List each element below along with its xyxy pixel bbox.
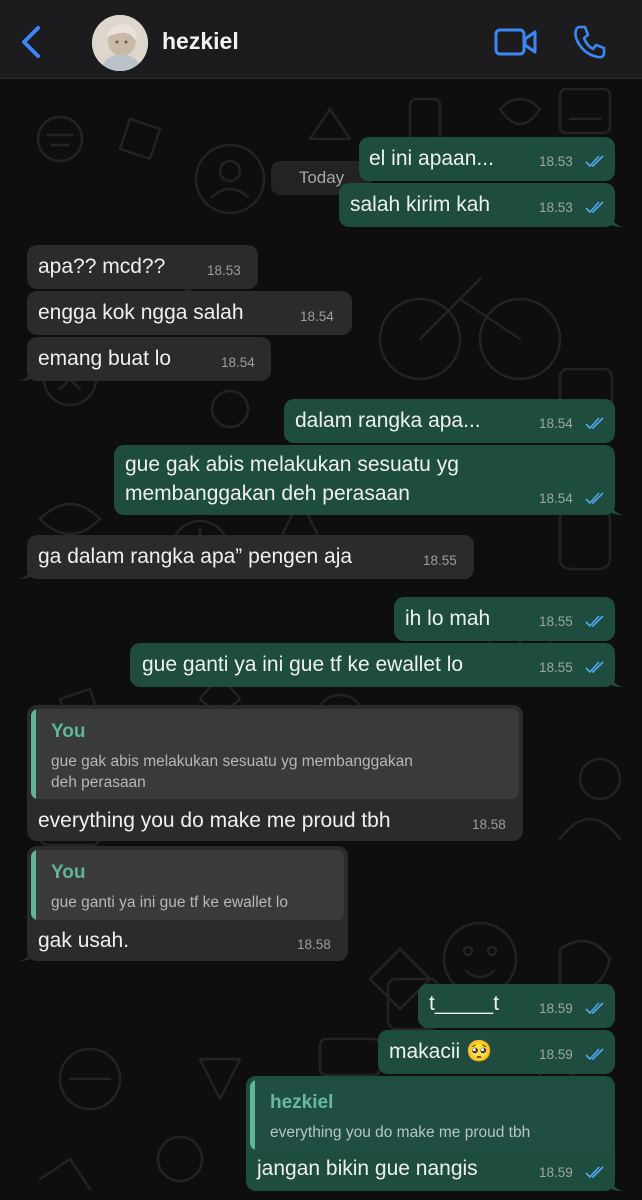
read-receipt-icon: [585, 492, 604, 504]
contact-name[interactable]: hezkiel: [162, 28, 239, 55]
quote-text-line: deh perasaan: [51, 774, 146, 791]
read-receipt-icon: [585, 201, 604, 213]
message-text: emang buat lo: [38, 347, 172, 370]
message-text: gue ganti ya ini gue tf ke ewallet lo: [142, 653, 464, 676]
message-incoming-reply[interactable]: You gue ganti ya ini gue tf ke ewallet l…: [19, 846, 348, 961]
quoted-message[interactable]: You gue ganti ya ini gue tf ke ewallet l…: [31, 850, 344, 920]
message-time: 18.58: [297, 937, 331, 952]
message-time: 18.55: [423, 553, 457, 568]
message-text: apa?? mcd??: [38, 255, 166, 278]
message-text: ga dalam rangka apa” pengen aja: [38, 545, 353, 568]
message-incoming[interactable]: apa?? mcd?? 18.53: [27, 245, 258, 289]
bubble-tail: [609, 501, 623, 515]
message-text: makacii 🥺: [389, 1040, 493, 1063]
message-time: 18.54: [539, 416, 573, 431]
quote-accent-bar: [31, 850, 36, 920]
message-time: 18.53: [539, 200, 573, 215]
quote-author: hezkiel: [270, 1092, 334, 1113]
quote-author: You: [51, 721, 86, 742]
bubble-tail: [609, 213, 623, 227]
message-text: ih lo mah: [405, 607, 491, 630]
message-time: 18.59: [539, 1001, 573, 1016]
message-text: everything you do make me proud tbh: [38, 809, 391, 832]
message-text-line: membanggakan deh perasaan: [125, 482, 410, 505]
message-outgoing[interactable]: ih lo mah 18.55: [394, 597, 615, 641]
message-outgoing[interactable]: gue ganti ya ini gue tf ke ewallet lo 18…: [130, 643, 623, 687]
quote-accent-bar: [250, 1080, 255, 1150]
video-call-icon[interactable]: [494, 26, 538, 58]
bubble-tail: [19, 565, 33, 579]
message-outgoing[interactable]: gue gak abis melakukan sesuatu yg memban…: [114, 445, 623, 515]
message-text: engga kok ngga salah: [38, 301, 244, 324]
quoted-message[interactable]: You gue gak abis melakukan sesuatu yg me…: [31, 709, 519, 799]
quote-text-line: gue gak abis melakukan sesuatu yg memban…: [51, 753, 413, 770]
message-outgoing[interactable]: el ini apaan... 18.53: [359, 137, 615, 181]
message-outgoing[interactable]: makacii 🥺 18.59: [378, 1030, 615, 1074]
message-incoming[interactable]: engga kok ngga salah 18.54: [27, 291, 352, 335]
message-text: dalam rangka apa...: [295, 409, 481, 432]
read-receipt-icon: [585, 615, 604, 627]
message-outgoing[interactable]: t_____t 18.59: [418, 984, 615, 1028]
message-text-line: gue gak abis melakukan sesuatu yg: [125, 453, 459, 476]
read-receipt-icon: [585, 1166, 604, 1178]
read-receipt-icon: [585, 661, 604, 673]
read-receipt-icon: [585, 1048, 604, 1060]
chat-area[interactable]: Today el ini apaan... 18.53 salah kirim …: [0, 79, 642, 1200]
phone-call-icon[interactable]: [572, 24, 606, 60]
chat-header: hezkiel: [0, 0, 642, 79]
message-text: gak usah.: [38, 929, 130, 952]
message-incoming-reply[interactable]: You gue gak abis melakukan sesuatu yg me…: [27, 705, 523, 841]
message-time: 18.55: [539, 660, 573, 675]
message-incoming[interactable]: ga dalam rangka apa” pengen aja 18.55: [19, 535, 474, 579]
message-time: 18.58: [472, 817, 506, 832]
message-time: 18.54: [300, 309, 334, 324]
message-text: el ini apaan...: [369, 147, 494, 170]
message-text: salah kirim kah: [350, 193, 491, 216]
message-outgoing-reply[interactable]: hezkiel everything you do make me proud …: [246, 1076, 623, 1191]
read-receipt-icon: [585, 1002, 604, 1014]
back-chevron-icon[interactable]: [14, 22, 48, 62]
message-outgoing[interactable]: dalam rangka apa... 18.54: [284, 399, 615, 443]
quote-author: You: [51, 862, 86, 883]
message-text: jangan bikin gue nangis: [257, 1157, 478, 1180]
message-time: 18.59: [539, 1165, 573, 1180]
message-time: 18.54: [221, 355, 255, 370]
quote-text: everything you do make me proud tbh: [270, 1124, 531, 1141]
bubble-tail: [19, 947, 33, 961]
quote-accent-bar: [31, 709, 36, 799]
message-incoming[interactable]: emang buat lo 18.54: [19, 337, 271, 381]
message-time: 18.55: [539, 614, 573, 629]
message-time: 18.59: [539, 1047, 573, 1062]
message-outgoing[interactable]: salah kirim kah 18.53: [339, 183, 623, 227]
message-text: t_____t: [429, 992, 500, 1015]
contact-avatar[interactable]: [92, 15, 148, 71]
bubble-tail: [19, 367, 33, 381]
read-receipt-icon: [585, 155, 604, 167]
message-time: 18.53: [207, 263, 241, 278]
quoted-message[interactable]: hezkiel everything you do make me proud …: [250, 1080, 611, 1150]
read-receipt-icon: [585, 417, 604, 429]
bubble-tail: [609, 673, 623, 687]
bubble-tail: [609, 1177, 623, 1191]
quote-text: gue ganti ya ini gue tf ke ewallet lo: [51, 894, 288, 911]
message-time: 18.53: [539, 154, 573, 169]
message-time: 18.54: [539, 491, 573, 506]
